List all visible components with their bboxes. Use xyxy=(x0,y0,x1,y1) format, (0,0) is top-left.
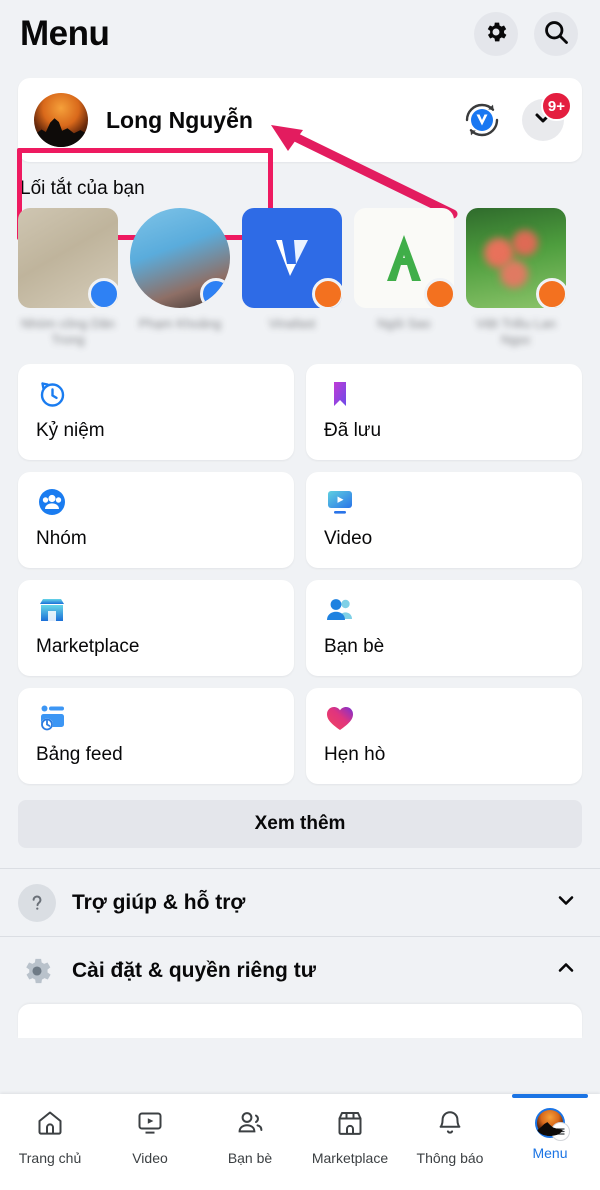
profile-actions: 9+ xyxy=(460,91,572,142)
tile-label: Hẹn hò xyxy=(324,744,386,765)
shortcut-item[interactable]: Việt Triều Lan Ngọc xyxy=(466,208,566,350)
profile-card[interactable]: Long Nguyễn 9+ xyxy=(18,78,582,162)
nav-label: Marketplace xyxy=(311,1150,389,1166)
page-badge-orange-icon xyxy=(312,278,342,308)
page-badge-orange-icon xyxy=(536,278,566,308)
nav-item-friends[interactable]: Bạn bè xyxy=(200,1094,300,1166)
gear-icon xyxy=(18,952,56,990)
accordion-row-settings[interactable]: Cài đặt & quyền riêng tư xyxy=(0,936,600,1004)
bottom-navigation: Trang chủ Video Bạn bè Marketplace Thông… xyxy=(0,1094,600,1190)
tile-marketplace[interactable]: Marketplace xyxy=(18,580,294,676)
tile-label: Marketplace xyxy=(36,636,140,657)
hamburger-badge-icon xyxy=(551,1122,570,1141)
video-icon xyxy=(135,1108,165,1143)
profile-section: Long Nguyễn 9+ xyxy=(0,68,600,240)
question-mark-icon xyxy=(18,883,56,922)
nav-label: Trang chủ xyxy=(18,1150,82,1166)
shortcut-label: Việt Triều Lan Ngọc xyxy=(476,316,556,347)
see-more-button[interactable]: Xem thêm xyxy=(18,800,582,848)
search-button[interactable] xyxy=(534,12,578,56)
letter-a-logo-icon xyxy=(387,235,421,281)
marketplace-icon xyxy=(335,1108,365,1143)
nav-label: Thông báo xyxy=(416,1150,484,1166)
header-actions xyxy=(474,12,578,56)
shortcut-label: Nhóm công Dân Trong xyxy=(21,316,115,347)
tile-label: Video xyxy=(324,528,373,549)
accordion-label: Trợ giúp & hỗ trợ xyxy=(72,890,246,914)
accordion-list: Trợ giúp & hỗ trợ Cài đặt & quyền riêng … xyxy=(0,868,600,1038)
tile-label: Nhóm xyxy=(36,528,87,549)
shortcut-thumbnail xyxy=(466,208,566,308)
shortcut-label: Phạm Khoảng xyxy=(138,316,222,331)
shortcuts-label: Lối tắt của bạn xyxy=(20,178,145,199)
bookmark-icon xyxy=(324,378,356,410)
nav-item-marketplace[interactable]: Marketplace xyxy=(300,1094,400,1166)
friends-icon xyxy=(235,1108,265,1143)
dating-heart-icon xyxy=(324,702,356,734)
gear-icon xyxy=(483,19,509,50)
tile-label: Đã lưu xyxy=(324,420,382,441)
search-icon xyxy=(542,18,570,51)
shortcut-thumbnail xyxy=(130,208,230,308)
chevron-down-icon[interactable] xyxy=(554,888,578,917)
nav-item-home[interactable]: Trang chủ xyxy=(0,1094,100,1166)
nav-label: Video xyxy=(132,1150,168,1166)
tile-feeds[interactable]: Bảng feed xyxy=(18,688,294,784)
nav-label: Menu xyxy=(532,1145,568,1161)
facebook-menu-screen: Menu Long Nguyễn 9+ Lối tắt của bạn Nhóm… xyxy=(0,0,600,1190)
nav-item-video[interactable]: Video xyxy=(100,1094,200,1166)
profile-name: Long Nguyễn xyxy=(106,106,253,133)
tile-groups[interactable]: Nhóm xyxy=(18,472,294,568)
memories-clock-icon xyxy=(36,378,68,410)
shortcut-item[interactable]: Phạm Khoảng xyxy=(130,208,230,350)
nav-item-menu[interactable]: Menu xyxy=(500,1094,600,1161)
shortcut-label: Vinafast xyxy=(268,316,316,331)
tile-dating[interactable]: Hẹn hò xyxy=(306,688,582,784)
account-switch-icon[interactable] xyxy=(460,98,504,142)
accordion-expanded-panel xyxy=(18,1004,582,1038)
page-badge-orange-icon xyxy=(424,278,454,308)
shortcut-item[interactable]: Ngôi Sao xyxy=(354,208,454,350)
tile-label: Bảng feed xyxy=(36,744,123,765)
expand-profile-button[interactable]: 9+ xyxy=(522,91,572,141)
tile-saved[interactable]: Đã lưu xyxy=(306,364,582,460)
shortcut-thumbnail xyxy=(18,208,118,308)
tile-friends[interactable]: Bạn bè xyxy=(306,580,582,676)
tile-memories[interactable]: Kỷ niệm xyxy=(18,364,294,460)
shortcut-thumbnail xyxy=(242,208,342,308)
avatar[interactable] xyxy=(34,93,88,147)
see-more-section: Xem thêm xyxy=(0,784,600,848)
notification-badge: 9+ xyxy=(540,91,572,121)
feeds-icon xyxy=(36,702,68,734)
tile-label: Kỷ niệm xyxy=(36,420,105,441)
nav-label: Bạn bè xyxy=(227,1150,273,1166)
tile-label: Bạn bè xyxy=(324,636,385,657)
tile-video[interactable]: Video xyxy=(306,472,582,568)
video-icon xyxy=(324,486,356,518)
shortcuts-list: Nhóm công Dân Trong Phạm Khoảng Vinafast xyxy=(0,208,600,350)
app-header: Menu xyxy=(0,0,600,68)
menu-tile-grid: Kỷ niệm Đã lưu Nhóm Video Marketplace Bạ… xyxy=(0,350,600,784)
shortcut-thumbnail xyxy=(354,208,454,308)
nav-item-notifications[interactable]: Thông báo xyxy=(400,1094,500,1166)
bell-icon xyxy=(435,1108,465,1143)
groups-icon xyxy=(36,486,68,518)
marketplace-icon xyxy=(36,594,68,626)
settings-button[interactable] xyxy=(474,12,518,56)
accordion-label: Cài đặt & quyền riêng tư xyxy=(72,958,316,982)
shortcut-item[interactable]: Vinafast xyxy=(242,208,342,350)
accordion-row-help[interactable]: Trợ giúp & hỗ trợ xyxy=(0,868,600,936)
avatar-menu-icon xyxy=(535,1108,570,1141)
group-badge-blue-icon xyxy=(88,278,118,308)
shortcut-item[interactable]: Nhóm công Dân Trong xyxy=(18,208,118,350)
page-title: Menu xyxy=(20,14,110,53)
friends-icon xyxy=(324,594,356,626)
group-badge-blue-icon xyxy=(200,278,230,308)
vinfast-logo-icon xyxy=(276,240,308,276)
home-icon xyxy=(35,1108,65,1143)
active-tab-indicator xyxy=(512,1094,588,1098)
shortcut-label: Ngôi Sao xyxy=(377,316,431,331)
chevron-up-icon[interactable] xyxy=(554,956,578,985)
